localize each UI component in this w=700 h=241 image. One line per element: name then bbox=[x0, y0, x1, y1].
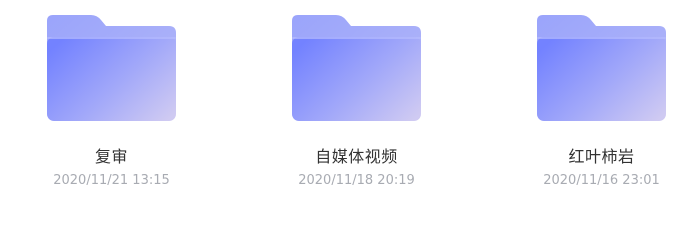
folder-icon bbox=[47, 15, 176, 121]
folder-icon bbox=[292, 15, 421, 121]
folder-date: 2020/11/18 20:19 bbox=[298, 173, 415, 188]
folder-date: 2020/11/16 23:01 bbox=[543, 173, 660, 188]
folder-name: 红叶柿岩 bbox=[568, 147, 635, 166]
folder-name: 复审 bbox=[94, 147, 128, 166]
folder-date: 2020/11/21 13:15 bbox=[53, 173, 170, 188]
folder-name: 自媒体视频 bbox=[315, 147, 398, 166]
folder-item-fushen[interactable]: 复审 2020/11/21 13:15 bbox=[0, 0, 245, 200]
folder-item-zimeiti-shipin[interactable]: 自媒体视频 2020/11/18 20:19 bbox=[245, 0, 490, 200]
folder-icon bbox=[537, 15, 666, 121]
folder-item-hongye-shiyan[interactable]: 红叶柿岩 2020/11/16 23:01 bbox=[490, 0, 700, 200]
folder-grid: 复审 2020/11/21 13:15 自媒体视频 2020/11/18 20:… bbox=[0, 0, 700, 241]
